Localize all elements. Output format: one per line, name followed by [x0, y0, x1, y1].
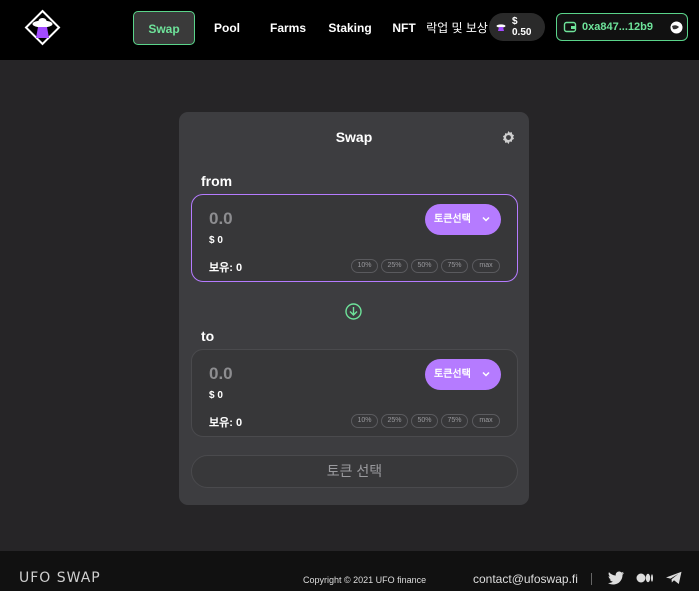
from-pct-50-button[interactable]: 50%	[411, 259, 438, 273]
nav-swap[interactable]: Swap	[133, 11, 195, 45]
from-pct-10-button[interactable]: 10%	[351, 259, 378, 273]
nav-nft[interactable]: NFT	[388, 11, 420, 45]
from-balance: 보유: 0	[209, 262, 243, 274]
medium-icon[interactable]	[636, 571, 654, 585]
chevron-down-icon	[482, 371, 490, 377]
telegram-icon[interactable]	[665, 571, 683, 585]
to-token-select-label: 토큰선택	[434, 369, 471, 380]
footer: UFO SWAP Copyright © 2021 UFO finance co…	[0, 551, 699, 591]
chevron-down-icon	[482, 216, 490, 222]
wallet-address: 0xa847...12b9	[582, 21, 653, 33]
logo-icon[interactable]	[24, 9, 61, 46]
from-pct-max-button[interactable]: max	[472, 259, 500, 273]
from-label: from	[201, 173, 233, 189]
to-pct-10-button[interactable]: 10%	[351, 414, 378, 428]
arrow-down-circle-icon[interactable]	[345, 303, 362, 320]
price-value: 0.50	[512, 27, 532, 38]
to-pct-50-button[interactable]: 50%	[411, 414, 438, 428]
nav-pool[interactable]: Pool	[207, 11, 247, 45]
from-pct-25-button[interactable]: 25%	[381, 259, 408, 273]
to-token-box[interactable]: 0.0 $ 0 보유: 0 토큰선택 10% 25% 50% 75% max	[191, 349, 518, 437]
to-pct-25-button[interactable]: 25%	[381, 414, 408, 428]
to-pct-max-button[interactable]: max	[472, 414, 500, 428]
swap-card-title: Swap	[335, 129, 373, 145]
to-token-select-button[interactable]: 토큰선택	[425, 359, 501, 390]
footer-divider	[591, 573, 592, 585]
globe-icon	[670, 21, 683, 34]
from-token-select-button[interactable]: 토큰선택	[425, 204, 501, 235]
swap-card: Swap from 0.0 $ 0 보유: 0 토큰선택 10% 25% 50%…	[179, 112, 529, 505]
footer-logo: UFO SWAP	[19, 570, 101, 586]
token-price-pill[interactable]: $ 0.50	[489, 13, 545, 41]
wallet-button[interactable]: 0xa847...12b9	[556, 13, 688, 41]
to-label: to	[201, 328, 215, 344]
select-token-submit-button[interactable]: 토큰 선택	[191, 455, 518, 488]
from-token-select-label: 토큰선택	[434, 214, 471, 225]
nav-staking[interactable]: Staking	[327, 11, 373, 45]
nav-farms[interactable]: Farms	[266, 11, 310, 45]
to-pct-75-button[interactable]: 75%	[441, 414, 468, 428]
nav-rewards[interactable]: 락업 및 보상	[422, 11, 492, 45]
wallet-icon	[563, 21, 577, 33]
price-currency: $	[512, 16, 518, 27]
contact-email-link[interactable]: contact@ufoswap.fi	[473, 572, 578, 586]
coin-icon	[496, 24, 506, 31]
to-balance: 보유: 0	[209, 417, 243, 429]
copyright-text: Copyright © 2021 UFO finance	[303, 575, 427, 585]
from-pct-75-button[interactable]: 75%	[441, 259, 468, 273]
gear-icon[interactable]	[501, 130, 516, 145]
to-amount-input[interactable]: 0.0	[209, 364, 233, 384]
from-usd-value: $ 0	[209, 235, 223, 246]
twitter-icon[interactable]	[607, 571, 625, 585]
from-amount-input[interactable]: 0.0	[209, 209, 233, 229]
from-token-box[interactable]: 0.0 $ 0 보유: 0 토큰선택 10% 25% 50% 75% max	[191, 194, 518, 282]
to-usd-value: $ 0	[209, 390, 223, 401]
top-header: Swap Pool Farms Staking NFT 락업 및 보상 $ 0.…	[0, 0, 699, 60]
